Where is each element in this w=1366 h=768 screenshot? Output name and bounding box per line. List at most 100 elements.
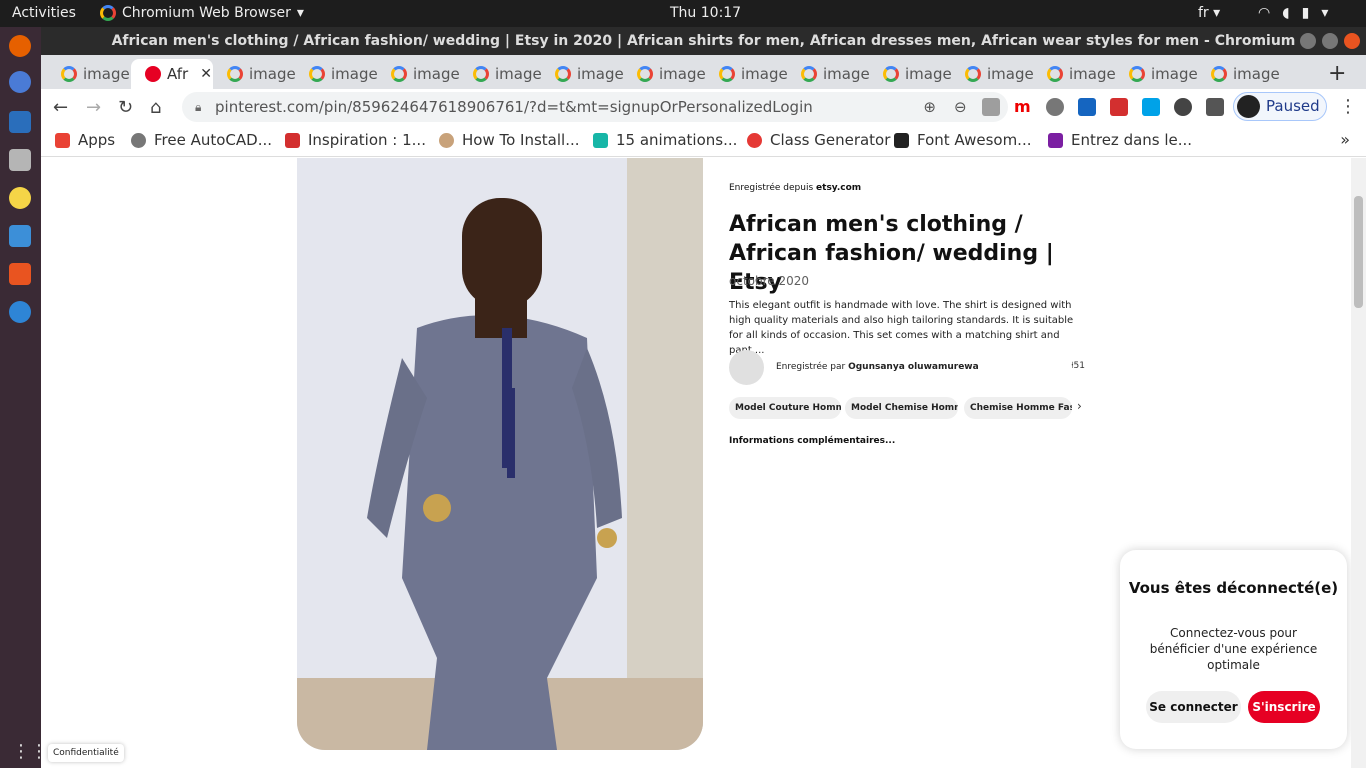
- saved-from: Enregistrée depuis etsy.com: [729, 183, 861, 193]
- saved-from-link[interactable]: etsy.com: [816, 183, 861, 193]
- help-icon[interactable]: [9, 301, 31, 323]
- extension-dots-icon[interactable]: [1174, 98, 1192, 116]
- extension-gear-icon[interactable]: [1046, 98, 1064, 116]
- app-menu[interactable]: Chromium Web Browser ▾: [100, 5, 304, 21]
- tab-active-pinterest[interactable]: Afr ✕: [131, 59, 213, 89]
- bookmark-label: Class Generator: [770, 131, 891, 149]
- page-scrollbar[interactable]: [1351, 158, 1366, 768]
- close-tab-icon[interactable]: ✕: [200, 66, 212, 82]
- extension-cube-icon[interactable]: [982, 98, 1000, 116]
- extension-m-icon[interactable]: m: [1014, 98, 1032, 116]
- more-info-link[interactable]: Informations complémentaires...: [729, 436, 895, 446]
- tab-image[interactable]: image: [869, 59, 952, 89]
- install-icon[interactable]: ⊕: [923, 92, 936, 122]
- maximize-button[interactable]: [1322, 33, 1338, 49]
- pin-image[interactable]: [297, 158, 703, 750]
- bookmark-class-generator[interactable]: Class Generator: [747, 131, 890, 149]
- google-icon: [801, 66, 817, 82]
- tab-image[interactable]: image: [1115, 59, 1198, 89]
- face-icon: [439, 132, 454, 148]
- new-tab-button[interactable]: +: [1328, 61, 1346, 86]
- close-button[interactable]: [1344, 33, 1360, 49]
- tab-image[interactable]: image: [951, 59, 1034, 89]
- tag-chip[interactable]: Model Chemise Homme: [845, 397, 958, 419]
- bookmark-how-to-install[interactable]: How To Install...: [439, 131, 580, 149]
- menu-kebab-icon[interactable]: ⋮: [1339, 96, 1357, 117]
- tab-label: image: [577, 65, 624, 83]
- privacy-link[interactable]: Confidentialité: [48, 744, 124, 762]
- tab-image[interactable]: image: [295, 59, 378, 89]
- save-count: ⍿51: [1071, 361, 1085, 371]
- forward-button[interactable]: →: [86, 97, 101, 118]
- bookmark-entrez[interactable]: Entrez dans le...: [1048, 131, 1192, 149]
- tab-image[interactable]: image: [1197, 59, 1280, 89]
- thunderbird-icon[interactable]: [9, 111, 31, 133]
- bookmarks-overflow-icon[interactable]: »: [1340, 130, 1350, 149]
- tab-label: image: [413, 65, 460, 83]
- reload-button[interactable]: ↻: [118, 97, 133, 118]
- google-icon: [1047, 66, 1063, 82]
- tag-chip[interactable]: Chemise Homme Fashion: [964, 397, 1072, 419]
- bookmark-label: Apps: [78, 131, 116, 149]
- system-tray[interactable]: ◠ ◖ ▮ ▾: [1258, 5, 1328, 21]
- signup-button[interactable]: S'inscrire: [1248, 691, 1320, 723]
- tab-image[interactable]: image: [705, 59, 788, 89]
- scrollbar-thumb[interactable]: [1354, 196, 1363, 308]
- entrez-icon: [1048, 132, 1063, 148]
- zoom-icon[interactable]: ⊖: [954, 92, 967, 122]
- tab-image[interactable]: image: [787, 59, 870, 89]
- language-indicator[interactable]: fr ▾: [1198, 5, 1220, 21]
- files-icon[interactable]: [9, 149, 31, 171]
- tab-label: image: [1151, 65, 1198, 83]
- saved-by-name[interactable]: Ogunsanya oluwamurewa: [848, 362, 979, 372]
- flag-icon: [894, 132, 909, 148]
- extension-s-icon[interactable]: [1078, 98, 1096, 116]
- chevron-right-icon[interactable]: ›: [1077, 399, 1082, 413]
- bookmark-autocad[interactable]: Free AutoCAD...: [131, 131, 272, 149]
- google-icon: [473, 66, 489, 82]
- writer-icon[interactable]: [9, 225, 31, 247]
- tab-image[interactable]: image: [623, 59, 706, 89]
- avatar[interactable]: [729, 350, 764, 385]
- profile-paused-button[interactable]: Paused: [1233, 92, 1327, 121]
- bookmark-font-awesome[interactable]: Font Awesom...: [894, 131, 1032, 149]
- tab-image[interactable]: image: [47, 59, 130, 89]
- bookmark-label: Free AutoCAD...: [154, 131, 273, 149]
- tab-image[interactable]: image: [1033, 59, 1116, 89]
- google-icon: [555, 66, 571, 82]
- bookmark-animations[interactable]: 15 animations...: [593, 131, 737, 149]
- tab-image[interactable]: image: [377, 59, 460, 89]
- tag-chip[interactable]: Model Couture Homme: [729, 397, 841, 419]
- chevron-down-icon: ▾: [296, 5, 304, 21]
- activities-button[interactable]: Activities: [12, 5, 76, 21]
- tab-label: Afr: [167, 65, 189, 83]
- extension-on-icon[interactable]: [1110, 98, 1128, 116]
- minimize-button[interactable]: [1300, 33, 1316, 49]
- google-icon: [719, 66, 735, 82]
- address-bar[interactable]: 🔒︎ pinterest.com/pin/859624647618906761/…: [182, 92, 1008, 122]
- login-button[interactable]: Se connecter: [1146, 691, 1241, 723]
- saved-by-row: Enregistrée par Ogunsanya oluwamurewa ⍿5…: [729, 350, 1087, 386]
- class-generator-icon: [747, 132, 762, 148]
- software-center-icon[interactable]: [9, 263, 31, 285]
- home-button[interactable]: ⌂: [150, 97, 161, 118]
- bookmark-label: Entrez dans le...: [1071, 131, 1193, 149]
- extension-colorful-icon[interactable]: [1142, 98, 1160, 116]
- pin-date: octobre 2020: [729, 274, 810, 288]
- bookmark-label: 15 animations...: [616, 131, 738, 149]
- rhythmbox-icon[interactable]: [9, 187, 31, 209]
- tab-image[interactable]: image: [459, 59, 542, 89]
- firefox-icon[interactable]: [9, 35, 31, 57]
- chromium-dock-icon[interactable]: [9, 71, 31, 93]
- clock[interactable]: Thu 10:17: [670, 5, 741, 21]
- back-button[interactable]: ←: [53, 97, 68, 118]
- animations-icon: [593, 132, 608, 148]
- pin-description: This elegant outfit is handmade with lov…: [729, 300, 1074, 356]
- lock-icon[interactable]: 🔒︎: [195, 92, 201, 122]
- bookmark-apps[interactable]: Apps: [55, 131, 115, 149]
- apps-grid-icon: [55, 132, 70, 148]
- extensions-puzzle-icon[interactable]: [1206, 98, 1224, 116]
- bookmark-inspiration[interactable]: Inspiration : 1...: [285, 131, 426, 149]
- tab-image[interactable]: image: [213, 59, 296, 89]
- tab-image[interactable]: image: [541, 59, 624, 89]
